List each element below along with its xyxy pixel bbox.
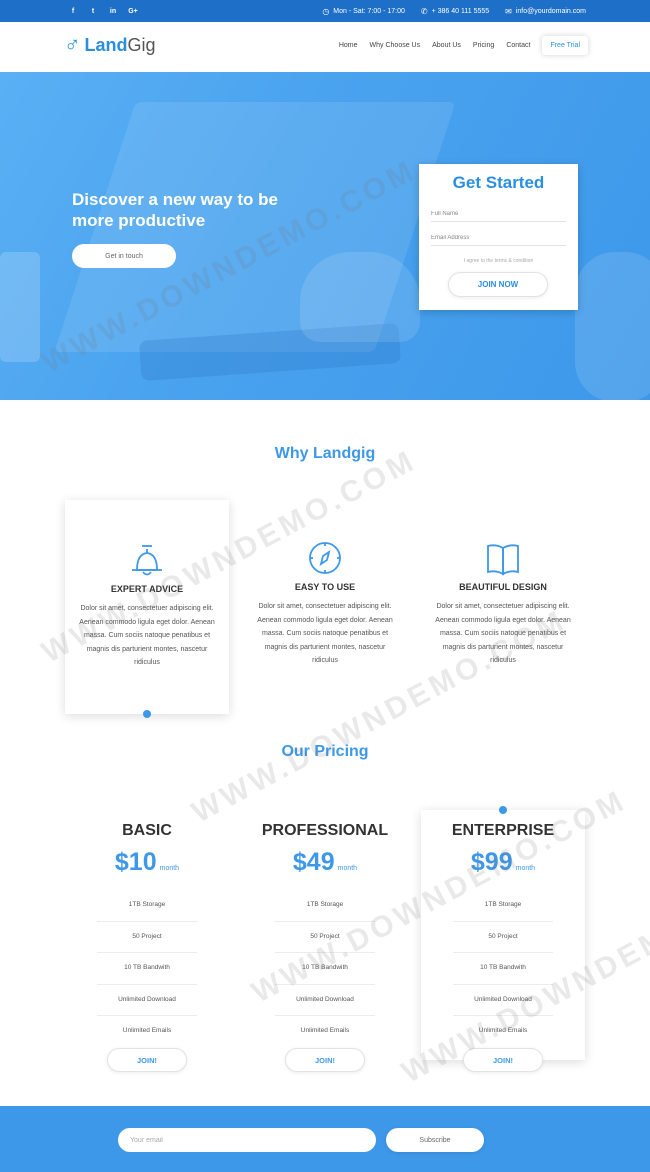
form-title: Get Started <box>452 173 545 192</box>
plan-name: ENTERPRISE <box>451 822 555 839</box>
join-professional-button[interactable]: JOIN! <box>285 1048 365 1072</box>
plan-feature-item: Unlimited Download <box>275 985 375 1016</box>
carousel-dot[interactable] <box>499 806 507 814</box>
plan-price: $10 month <box>65 848 229 877</box>
price-amount: $49 <box>292 848 335 876</box>
book-icon <box>487 544 519 576</box>
top-bar: f t in G+ ◷ Mon - Sat: 7:00 - 17:00 ✆ + … <box>0 0 650 22</box>
email-info[interactable]: ✉ info@yourdomain.com <box>505 7 586 16</box>
feature-title: BEAUTIFUL DESIGN <box>459 582 547 592</box>
pricing-section-title: Our Pricing <box>281 743 369 760</box>
facebook-icon[interactable]: f <box>68 8 78 15</box>
join-basic-button[interactable]: JOIN! <box>107 1048 187 1072</box>
email-text[interactable]: info@yourdomain.com <box>516 8 586 15</box>
clock-icon: ◷ <box>322 6 330 16</box>
price-period: month <box>337 865 358 872</box>
feature-title: EASY TO USE <box>294 582 356 592</box>
hero-person-shape <box>575 252 650 400</box>
full-name-field[interactable] <box>431 206 566 222</box>
contact-info: ◷ Mon - Sat: 7:00 - 17:00 ✆ + 386 40 111… <box>322 0 586 22</box>
logo[interactable]: ♂ LandGig <box>64 34 156 56</box>
plan-feature-item: 50 Project <box>97 922 197 953</box>
plan-features: 1TB Storage 50 Project 10 TB Bandwith Un… <box>453 890 553 1048</box>
envelope-icon: ✉ <box>505 6 512 16</box>
logo-text-light: Gig <box>127 34 156 55</box>
bell-icon <box>132 545 162 576</box>
join-now-button[interactable]: JOIN NOW <box>448 272 548 297</box>
feature-title: EXPERT ADVICE <box>110 584 184 594</box>
subscribe-button[interactable]: Subscribe <box>386 1128 484 1152</box>
nav-why-choose-us[interactable]: Why Choose Us <box>370 42 421 49</box>
plan-feature-item: 10 TB Bandwith <box>275 953 375 985</box>
plan-professional: PROFESSIONAL $49 month 1TB Storage 50 Pr… <box>243 810 407 1072</box>
price-amount: $99 <box>470 848 513 876</box>
price-period: month <box>515 865 536 872</box>
signup-form: Get Started I agree to the terms & condi… <box>419 164 578 310</box>
male-symbol-icon: ♂ <box>64 32 81 57</box>
why-section-title: Why Landgig <box>274 445 376 462</box>
get-in-touch-button[interactable]: Get in touch <box>72 244 176 268</box>
feature-card-expert-advice: EXPERT ADVICE Dolor sit amet, consectetu… <box>65 500 229 714</box>
nav-pricing[interactable]: Pricing <box>473 42 494 49</box>
hero-cup-shape <box>0 252 40 362</box>
hero-title: Discover a new way to be more productive <box>72 190 278 230</box>
feature-text: Dolor sit amet, consectetuer adipiscing … <box>435 603 571 664</box>
feature-text: Dolor sit amet, consectetuer adipiscing … <box>257 603 393 664</box>
twitter-icon[interactable]: t <box>88 8 98 15</box>
hours-info: ◷ Mon - Sat: 7:00 - 17:00 <box>322 7 405 16</box>
carousel-dot[interactable] <box>143 710 151 718</box>
price-amount: $10 <box>114 848 157 876</box>
phone-text: + 386 40 111 5555 <box>431 7 490 15</box>
hero-section: Discover a new way to be more productive… <box>0 72 650 400</box>
price-period: month <box>159 865 180 872</box>
phone-icon: ✆ <box>420 6 428 16</box>
logo-text-bold: Land <box>84 34 128 55</box>
plan-feature-item: 10 TB Bandwith <box>97 953 197 985</box>
plan-name: PROFESSIONAL <box>261 822 389 839</box>
plan-feature-item: 1TB Storage <box>275 890 375 922</box>
plan-features: 1TB Storage 50 Project 10 TB Bandwith Un… <box>275 890 375 1048</box>
google-plus-icon[interactable]: G+ <box>128 8 138 15</box>
hours-text: Mon - Sat: 7:00 - 17:00 <box>333 7 405 15</box>
plan-feature-item: Unlimited Download <box>453 985 553 1016</box>
plan-price: $99 month <box>421 848 585 877</box>
plan-feature-item: 50 Project <box>453 922 553 953</box>
navbar: ♂ LandGig Home Why Choose Us About Us Pr… <box>0 22 650 72</box>
plan-feature-item: 10 TB Bandwith <box>453 953 553 985</box>
nav-contact[interactable]: Contact <box>506 42 530 49</box>
nav-about-us[interactable]: About Us <box>432 42 461 49</box>
plan-feature-item: 50 Project <box>275 922 375 953</box>
terms-checkbox-label[interactable]: I agree to the terms & condition <box>419 258 578 264</box>
plan-feature-item: Unlimited Emails <box>300 1027 350 1034</box>
plan-basic: BASIC $10 month 1TB Storage 50 Project 1… <box>65 810 229 1072</box>
feature-text: Dolor sit amet, consectetuer adipiscing … <box>79 605 215 666</box>
plan-price: $49 month <box>243 848 407 877</box>
free-trial-button[interactable]: Free Trial <box>542 36 588 55</box>
plan-enterprise: ENTERPRISE $99 month 1TB Storage 50 Proj… <box>421 810 585 1072</box>
social-links: f t in G+ <box>68 0 138 22</box>
subscribe-email-input[interactable] <box>118 1128 376 1152</box>
phone-info: ✆ + 386 40 111 5555 <box>421 7 489 16</box>
linkedin-icon[interactable]: in <box>108 8 118 15</box>
plan-feature-item: Unlimited Emails <box>122 1027 172 1034</box>
main-nav: Home Why Choose Us About Us Pricing Cont… <box>339 36 588 55</box>
plan-feature-item: 1TB Storage <box>453 890 553 922</box>
join-enterprise-button[interactable]: JOIN! <box>463 1048 543 1072</box>
hero-hand-shape <box>300 252 420 342</box>
plan-name: BASIC <box>122 822 172 839</box>
plan-features: 1TB Storage 50 Project 10 TB Bandwith Un… <box>97 890 197 1048</box>
compass-icon <box>309 542 341 574</box>
plan-feature-item: Unlimited Download <box>97 985 197 1016</box>
subscribe-bar: Subscribe <box>0 1106 650 1172</box>
plan-feature-item: Unlimited Emails <box>478 1027 528 1034</box>
plan-feature-item: 1TB Storage <box>97 890 197 922</box>
nav-home[interactable]: Home <box>339 42 358 49</box>
email-address-field[interactable] <box>431 230 566 246</box>
